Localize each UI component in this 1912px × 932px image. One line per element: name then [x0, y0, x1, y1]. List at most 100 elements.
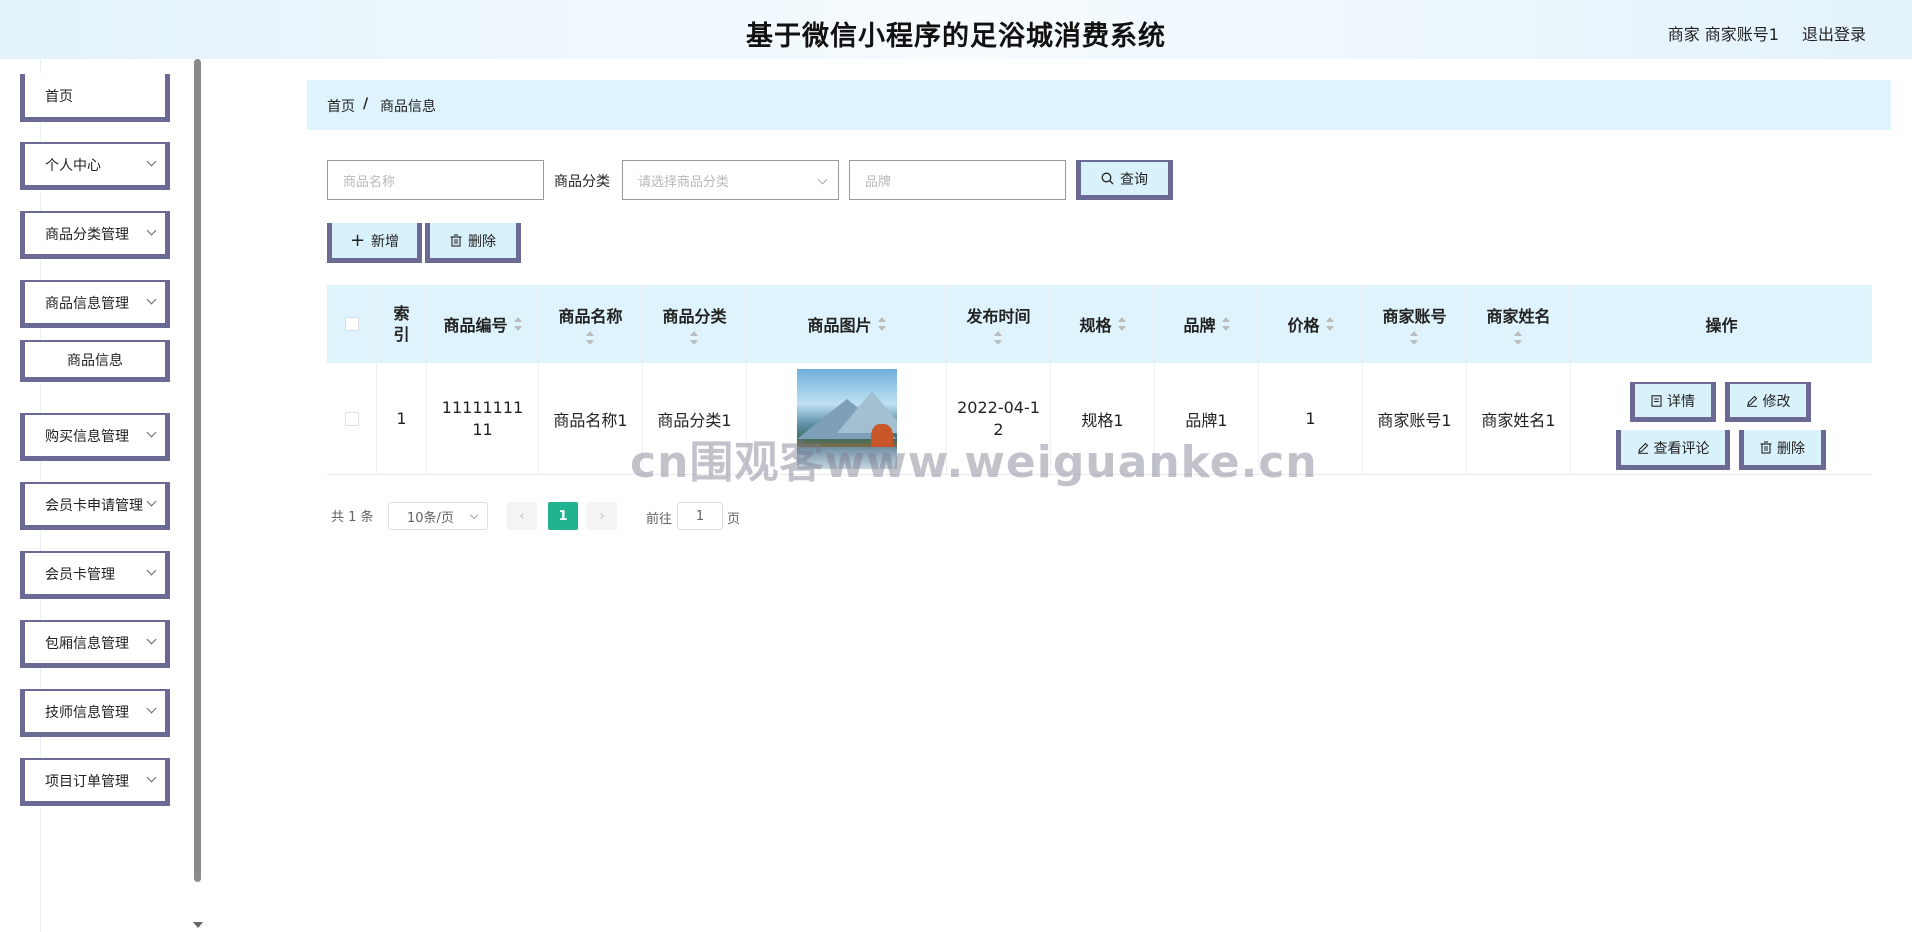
- sort-icon[interactable]: [877, 317, 886, 331]
- page-number-button[interactable]: 1: [548, 502, 578, 530]
- header-category[interactable]: 商品分类: [643, 285, 747, 363]
- trash-icon: [1760, 441, 1772, 454]
- header-category-label: 商品分类: [662, 307, 727, 326]
- header-image-label: 商品图片: [807, 316, 872, 335]
- query-button[interactable]: 查询: [1076, 160, 1173, 200]
- next-page-button[interactable]: ›: [587, 502, 617, 530]
- sort-icon[interactable]: [1410, 331, 1419, 345]
- chevron-left-icon: ‹: [519, 508, 525, 524]
- scrollbar-thumb[interactable]: [194, 59, 201, 882]
- current-user: 商家 商家账号1: [1667, 25, 1779, 44]
- sidebar-item-card-management[interactable]: 会员卡管理: [20, 551, 170, 599]
- header-account[interactable]: 商家账号: [1363, 285, 1467, 363]
- app-title: 基于微信小程序的足浴城消费系统: [746, 21, 1166, 52]
- chevron-down-icon: [469, 510, 479, 520]
- chevron-down-icon: [146, 565, 157, 576]
- sort-icon[interactable]: [1117, 317, 1126, 331]
- header-code-label: 商品编号: [443, 316, 508, 335]
- category-label: 商品分类: [554, 174, 610, 190]
- header-price[interactable]: 价格: [1259, 285, 1363, 363]
- header-price-label: 价格: [1287, 316, 1320, 335]
- breadcrumb-separator: /: [363, 96, 369, 112]
- sidebar-item-product-management[interactable]: 商品信息管理: [20, 280, 170, 328]
- scroll-down-arrow-icon[interactable]: [193, 922, 203, 928]
- sidebar-item-personal-center[interactable]: 个人中心: [20, 142, 170, 190]
- header-brand[interactable]: 品牌: [1155, 285, 1259, 363]
- sidebar-item-label: 商品分类管理: [45, 226, 129, 243]
- sidebar-item-purchase-management[interactable]: 购买信息管理: [20, 413, 170, 461]
- sort-icon[interactable]: [1221, 317, 1230, 331]
- sidebar-item-order-management[interactable]: 项目订单管理: [20, 758, 170, 806]
- sidebar-item-label: 包厢信息管理: [45, 635, 129, 652]
- pagination: 共 1 条: [331, 501, 374, 529]
- trash-icon: [450, 234, 462, 247]
- category-select[interactable]: 请选择商品分类: [622, 160, 839, 200]
- detail-button-label: 详情: [1667, 393, 1695, 410]
- sidebar-item-home[interactable]: 首页: [20, 74, 170, 122]
- goto-prefix: 前往: [646, 512, 673, 527]
- header-merchant[interactable]: 商家姓名: [1467, 285, 1571, 363]
- cell-name: 商品名称1: [539, 363, 643, 474]
- chevron-down-icon: [146, 427, 157, 438]
- sidebar-scrollbar[interactable]: [192, 59, 203, 932]
- pagination-total: 共 1 条: [331, 509, 374, 525]
- sidebar-item-label: 购买信息管理: [45, 428, 129, 445]
- header-spec-label: 规格: [1079, 316, 1112, 335]
- goto-suffix: 页: [727, 512, 741, 527]
- delete-button[interactable]: 删除: [425, 223, 521, 263]
- header-image[interactable]: 商品图片: [747, 285, 947, 363]
- sidebar-item-label: 个人中心: [45, 157, 101, 174]
- chevron-down-icon: [146, 496, 157, 507]
- header-index-label: 索引: [393, 304, 410, 344]
- sort-icon[interactable]: [513, 317, 522, 331]
- row-delete-button-label: 删除: [1777, 440, 1805, 457]
- page-size-label: 10条/页: [407, 510, 454, 526]
- prev-page-button[interactable]: ‹: [507, 502, 537, 530]
- page-size-select[interactable]: 10条/页: [388, 502, 488, 530]
- logout-link[interactable]: 退出登录: [1802, 21, 1866, 45]
- sidebar-item-technician-management[interactable]: 技师信息管理: [20, 689, 170, 737]
- detail-button[interactable]: 详情: [1630, 382, 1716, 422]
- header-code[interactable]: 商品编号: [427, 285, 539, 363]
- add-button[interactable]: + 新增: [327, 223, 422, 263]
- header-select-all: [327, 285, 377, 363]
- sidebar-item-label: 会员卡管理: [45, 566, 115, 583]
- sidebar-item-label: 商品信息: [67, 352, 123, 369]
- header-time-label: 发布时间: [966, 307, 1031, 326]
- product-name-input[interactable]: 商品名称: [327, 160, 544, 200]
- sort-icon[interactable]: [586, 331, 595, 345]
- header-spec[interactable]: 规格: [1051, 285, 1155, 363]
- document-icon: [1651, 394, 1662, 407]
- row-checkbox[interactable]: [344, 411, 359, 426]
- brand-input[interactable]: 品牌: [849, 160, 1066, 200]
- header-time[interactable]: 发布时间: [947, 285, 1051, 363]
- edit-button[interactable]: 修改: [1725, 382, 1811, 422]
- sidebar-item-category-management[interactable]: 商品分类管理: [20, 211, 170, 259]
- header-name[interactable]: 商品名称: [539, 285, 643, 363]
- select-all-checkbox[interactable]: [344, 317, 359, 331]
- sidebar-item-label: 商品信息管理: [45, 295, 129, 312]
- view-reviews-button[interactable]: 查看评论: [1616, 430, 1730, 470]
- sidebar-item-card-application[interactable]: 会员卡申请管理: [20, 482, 170, 530]
- chevron-right-icon: ›: [599, 508, 605, 524]
- cell-code: 1111111111: [427, 363, 539, 474]
- sort-icon[interactable]: [1325, 317, 1334, 331]
- header-ops: 操作: [1571, 285, 1872, 363]
- sort-icon[interactable]: [1514, 331, 1523, 345]
- header-merchant-label: 商家姓名: [1486, 307, 1551, 326]
- sidebar-subitem-product-info[interactable]: 商品信息: [20, 340, 170, 382]
- sidebar-item-label: 项目订单管理: [45, 773, 129, 790]
- sort-icon[interactable]: [690, 331, 699, 345]
- delete-button-label: 删除: [468, 233, 496, 250]
- chevron-down-icon: [146, 703, 157, 714]
- sort-icon[interactable]: [994, 331, 1003, 345]
- header-ops-label: 操作: [1705, 316, 1738, 335]
- chevron-down-icon: [817, 174, 828, 185]
- breadcrumb-current: 商品信息: [380, 99, 436, 115]
- breadcrumb: 首页 / 商品信息: [307, 80, 1891, 130]
- breadcrumb-home[interactable]: 首页: [327, 96, 355, 116]
- sidebar-item-label: 会员卡申请管理: [45, 497, 143, 514]
- goto-page-input[interactable]: 1: [677, 502, 723, 530]
- row-delete-button[interactable]: 删除: [1739, 430, 1826, 470]
- sidebar-item-room-management[interactable]: 包厢信息管理: [20, 620, 170, 668]
